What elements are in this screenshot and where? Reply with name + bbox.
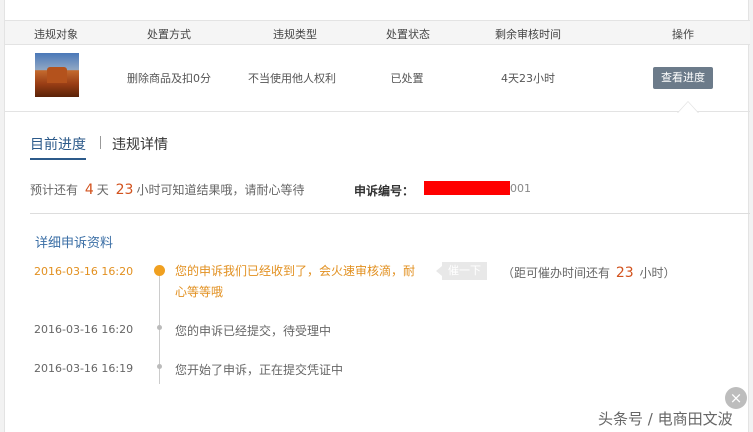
appeal-number-label: 申诉编号： xyxy=(354,184,415,198)
cell-handling-method: 删除商品及扣0分 xyxy=(127,72,211,85)
estimate-hours: 23 xyxy=(115,182,134,198)
estimate-prefix: 预计还有 xyxy=(30,183,79,197)
urge-note: （距可催办时间还有 23 小时） xyxy=(502,264,676,281)
cell-violation-type: 不当使用他人权利 xyxy=(248,72,336,85)
timeline-dot xyxy=(157,364,162,369)
appeal-number-suffix: 001 xyxy=(510,182,531,195)
tab-current-progress[interactable]: 目前进度 xyxy=(30,134,86,160)
panel-pointer xyxy=(677,101,699,113)
timeline-dot xyxy=(157,325,162,330)
header-violation-object: 违规对象 xyxy=(34,28,78,41)
appeal-panel: 违规对象 处置方式 违规类型 处置状态 剩余审核时间 操作 删除商品及扣0分 不… xyxy=(4,0,750,432)
detailed-appeal-title: 详细申诉资料 xyxy=(35,236,114,251)
rock-shape xyxy=(47,67,67,83)
table-row: 删除商品及扣0分 不当使用他人权利 已处置 4天23小时 查看进度 xyxy=(5,45,750,112)
estimate-suffix: 小时可知道结果哦，请耐心等待 xyxy=(136,183,305,197)
urge-hours: 23 xyxy=(615,265,634,281)
header-violation-type: 违规类型 xyxy=(273,28,317,41)
estimate-text: 预计还有 4天 23 小时可知道结果哦，请耐心等待 xyxy=(30,181,304,198)
header-remaining-time: 剩余审核时间 xyxy=(495,28,561,41)
cell-remaining-time: 4天23小时 xyxy=(501,72,555,85)
tab-separator xyxy=(100,136,101,149)
timeline-time-1: 2016-03-16 16:20 xyxy=(34,265,134,278)
watermark-text: 头条号 / 电商田文波 xyxy=(598,410,733,428)
timeline-dot-active xyxy=(154,265,165,276)
estimate-days: 4 xyxy=(84,182,94,198)
timeline-text-3: 您开始了申诉，正在提交凭证中 xyxy=(175,363,344,377)
timeline-time-2: 2016-03-16 16:20 xyxy=(34,323,134,336)
redacted-appeal-number xyxy=(424,181,510,195)
product-thumbnail[interactable] xyxy=(35,53,79,97)
table-header: 违规对象 处置方式 违规类型 处置状态 剩余审核时间 操作 xyxy=(5,20,750,45)
section-divider xyxy=(30,213,750,214)
urge-note-prefix: （距可催办时间还有 xyxy=(502,266,611,280)
view-progress-button[interactable]: 查看进度 xyxy=(653,67,713,89)
cell-handling-status: 已处置 xyxy=(390,72,424,85)
urge-note-suffix: 小时） xyxy=(639,266,676,280)
timeline-time-3: 2016-03-16 16:19 xyxy=(34,362,134,375)
header-handling-status: 处置状态 xyxy=(386,28,430,41)
header-handling-method: 处置方式 xyxy=(147,28,191,41)
urge-button[interactable]: 催一下 xyxy=(436,262,487,280)
close-icon[interactable]: × xyxy=(725,387,747,409)
timeline-text-2: 您的申诉已经提交，待受理中 xyxy=(175,324,332,338)
header-actions: 操作 xyxy=(672,28,694,41)
timeline-text-1: 您的申诉我们已经收到了，会火速审核滴，耐心等等哦 xyxy=(175,264,416,299)
estimate-days-unit: 天 xyxy=(96,183,109,197)
tab-violation-details[interactable]: 违规详情 xyxy=(112,134,168,154)
